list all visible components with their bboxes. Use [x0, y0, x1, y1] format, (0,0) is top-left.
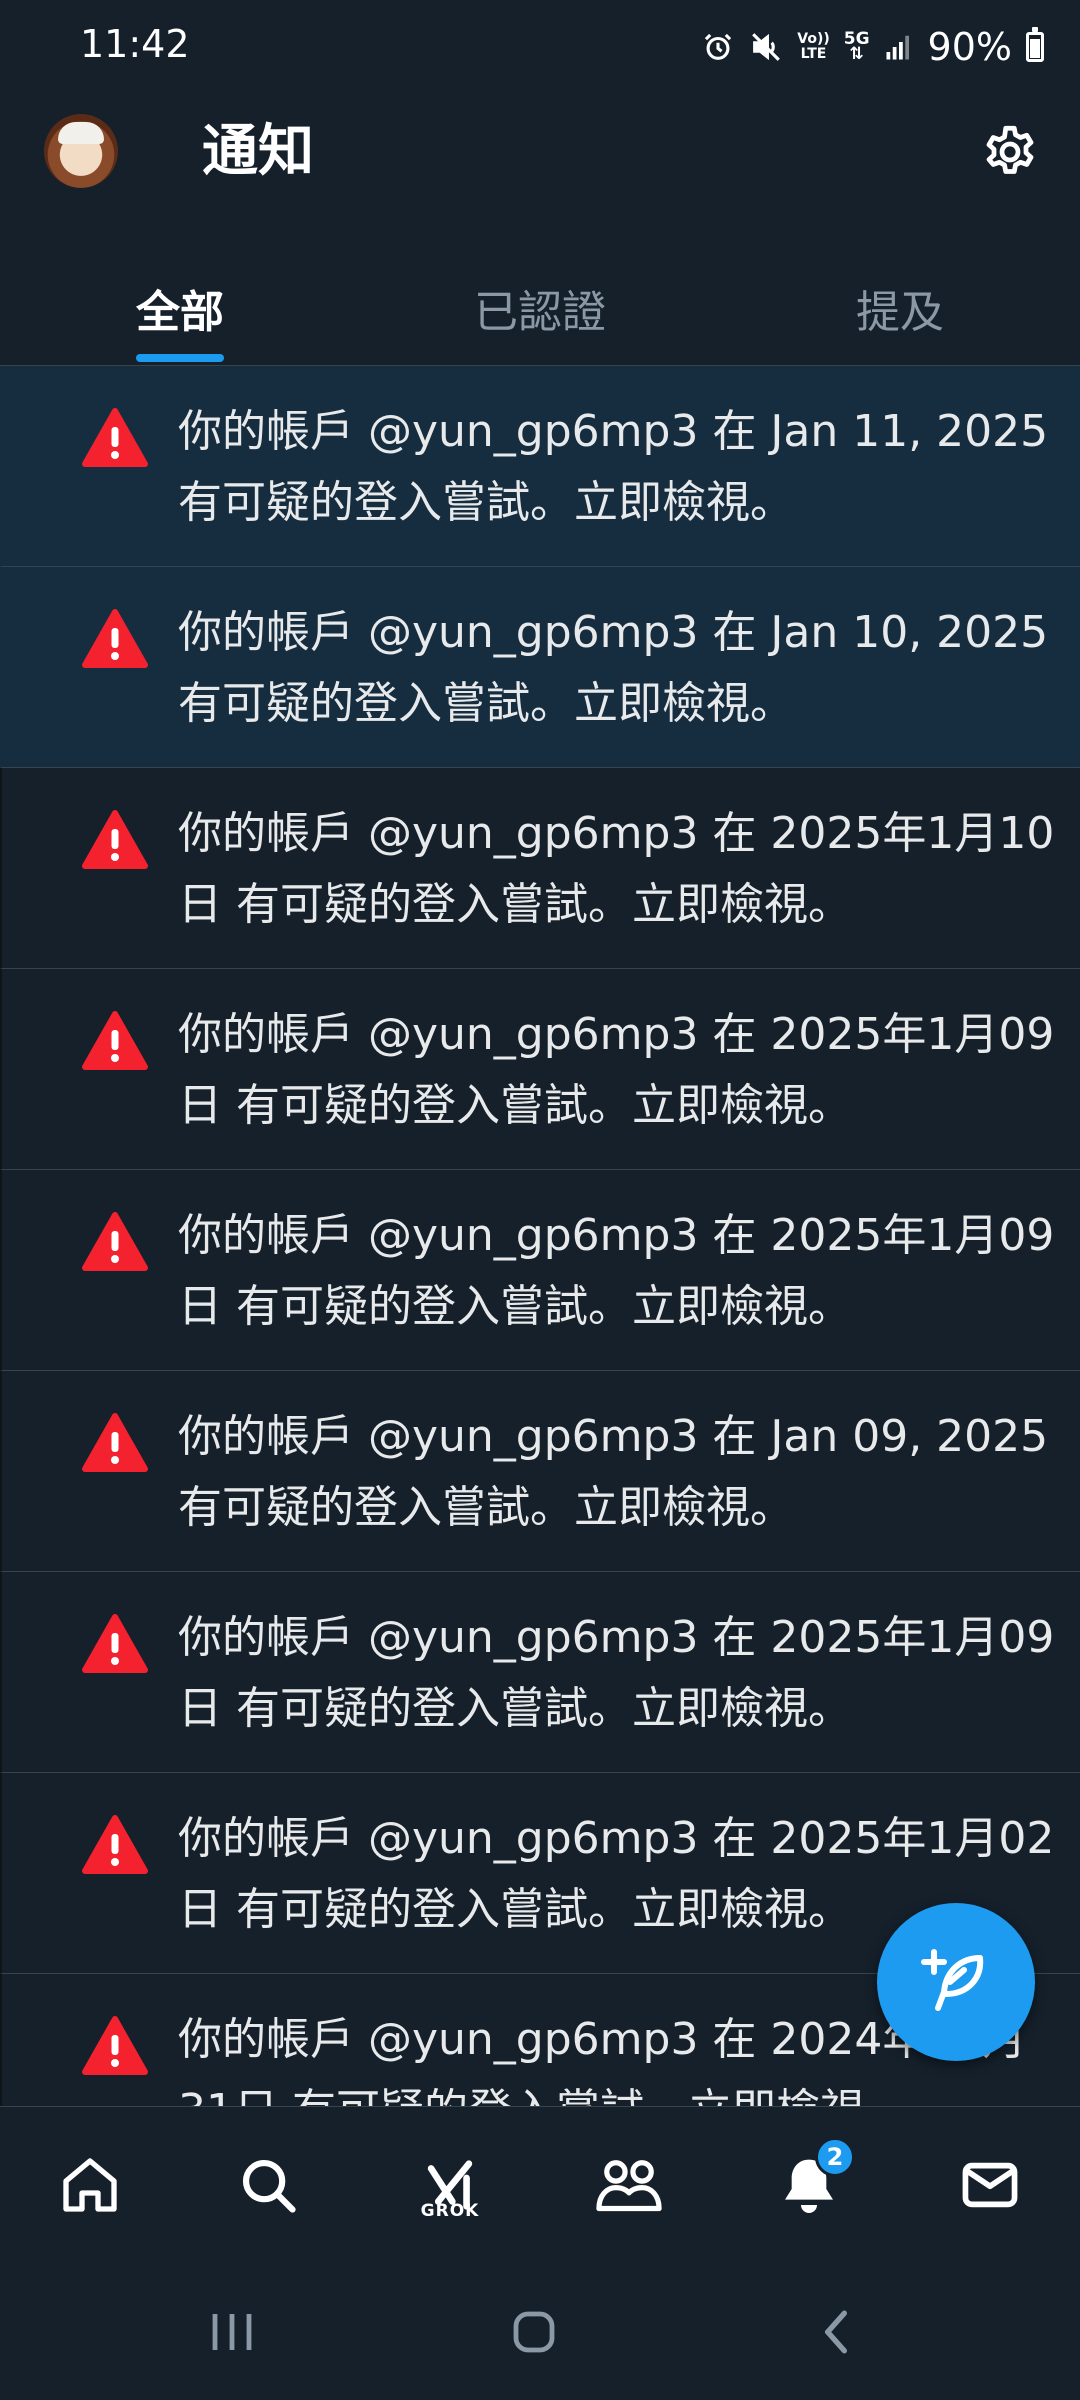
battery-percent: 90%	[927, 25, 1012, 69]
alarm-icon	[705, 33, 732, 60]
nav-messages[interactable]	[950, 2145, 1030, 2225]
page-title: 通知	[202, 119, 314, 184]
compose-post-button[interactable]	[877, 1903, 1035, 2061]
top-app-bar: 通知	[0, 96, 1080, 216]
recent-apps-button[interactable]	[192, 2292, 272, 2372]
notification-row[interactable]: 你的帳戶 @yun_gp6mp3 在 2025年1月10日 有可疑的登入嘗試。立…	[0, 768, 1080, 969]
notification-row[interactable]: 你的帳戶 @yun_gp6mp3 在 Jan 10, 2025 有可疑的登入嘗試…	[0, 567, 1080, 768]
system-navigation-bar	[0, 2262, 1080, 2400]
home-system-button[interactable]	[494, 2292, 574, 2372]
home-icon	[63, 2158, 117, 2212]
alert-icon	[82, 810, 148, 869]
notification-text: 你的帳戶 @yun_gp6mp3 在 2025年1月09日 有可疑的登入嘗試。立…	[178, 1210, 1055, 1332]
avatar[interactable]	[44, 114, 118, 188]
bottom-navigation: GROK 2	[0, 2106, 1080, 2262]
notification-row[interactable]: 你的帳戶 @yun_gp6mp3 在 2025年1月09日 有可疑的登入嘗試。立…	[0, 1170, 1080, 1371]
tab-label: 全部	[136, 287, 224, 338]
tab-mentions[interactable]: 提及	[720, 240, 1080, 366]
notification-text: 你的帳戶 @yun_gp6mp3 在 Jan 10, 2025 有可疑的登入嘗試…	[178, 607, 1049, 729]
notification-text: 你的帳戶 @yun_gp6mp3 在 2025年1月10日 有可疑的登入嘗試。立…	[178, 808, 1055, 930]
nav-notifications[interactable]: 2	[769, 2137, 855, 2225]
notification-list: 你的帳戶 @yun_gp6mp3 在 Jan 11, 2025 有可疑的登入嘗試…	[0, 366, 1080, 2106]
notification-badge: 2	[815, 2137, 855, 2177]
tab-bar: 全部 已認證 提及	[0, 240, 1080, 366]
tab-label: 已認證	[474, 287, 606, 338]
tab-all[interactable]: 全部	[0, 240, 360, 366]
notification-text: 你的帳戶 @yun_gp6mp3 在 2025年1月09日 有可疑的登入嘗試。立…	[178, 1009, 1055, 1131]
grok-label: GROK	[420, 2201, 480, 2221]
home-circle-icon	[513, 2311, 555, 2353]
nav-grok[interactable]: GROK	[410, 2145, 490, 2225]
notifications-screen: 11:42 Vo)) LTE 5G ⇅ 90% 通知 全部 已認證 提及 你的帳…	[0, 0, 1080, 2400]
nav-communities[interactable]	[589, 2145, 669, 2225]
tab-label: 提及	[856, 287, 944, 338]
recent-apps-icon	[212, 2314, 252, 2350]
battery-icon	[1026, 27, 1044, 62]
mail-icon	[962, 2162, 1018, 2208]
notification-text: 你的帳戶 @yun_gp6mp3 在 Jan 09, 2025 有可疑的登入嘗試…	[178, 1411, 1049, 1533]
notification-row[interactable]: 你的帳戶 @yun_gp6mp3 在 2025年1月09日 有可疑的登入嘗試。立…	[0, 969, 1080, 1170]
notification-row[interactable]: 你的帳戶 @yun_gp6mp3 在 2025年1月09日 有可疑的登入嘗試。立…	[0, 1572, 1080, 1773]
alert-icon	[82, 1815, 148, 1874]
notification-text: 你的帳戶 @yun_gp6mp3 在 2025年1月09日 有可疑的登入嘗試。立…	[178, 1612, 1055, 1734]
status-bar: 11:42 Vo)) LTE 5G ⇅ 90%	[0, 0, 1080, 96]
alert-icon	[82, 1212, 148, 1271]
back-chevron-icon	[824, 2310, 848, 2354]
alert-icon	[82, 1614, 148, 1673]
alert-icon	[82, 609, 148, 668]
network-5g-indicator: 5G ⇅	[843, 29, 870, 64]
gear-icon	[986, 125, 1034, 174]
notification-text: 你的帳戶 @yun_gp6mp3 在 Jan 11, 2025 有可疑的登入嘗試…	[178, 406, 1049, 528]
settings-button[interactable]	[976, 118, 1044, 186]
compose-feather-icon	[921, 1949, 984, 2011]
communities-icon	[596, 2160, 662, 2212]
mute-icon	[752, 33, 781, 61]
back-button[interactable]	[796, 2292, 876, 2372]
active-tab-indicator	[136, 354, 224, 362]
status-icons: Vo)) LTE 5G ⇅ 90%	[701, 22, 1044, 72]
volte-indicator: Vo)) LTE	[797, 31, 830, 62]
notification-row[interactable]: 你的帳戶 @yun_gp6mp3 在 Jan 09, 2025 有可疑的登入嘗試…	[0, 1371, 1080, 1572]
status-time: 11:42	[80, 22, 190, 66]
alert-icon	[82, 1413, 148, 1472]
alert-icon	[82, 2016, 148, 2075]
alert-icon	[82, 408, 148, 467]
alert-icon	[82, 1011, 148, 1070]
nav-home[interactable]	[50, 2145, 130, 2225]
tab-verified[interactable]: 已認證	[360, 240, 720, 366]
notification-row[interactable]: 你的帳戶 @yun_gp6mp3 在 Jan 11, 2025 有可疑的登入嘗試…	[0, 366, 1080, 567]
nav-search[interactable]	[228, 2145, 308, 2225]
search-icon	[242, 2159, 296, 2213]
signal-icon	[886, 35, 909, 60]
